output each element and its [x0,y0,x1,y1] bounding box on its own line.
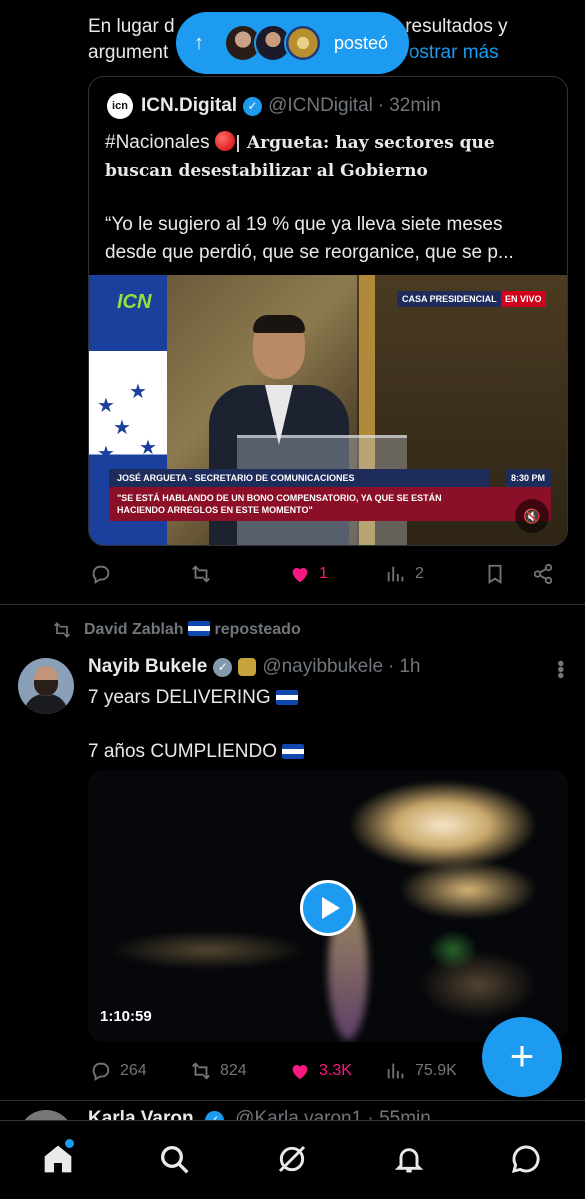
lower-third-quote-text: "SE ESTÁ HABLANDO DE UN BONO COMPENSATOR… [117,493,442,515]
separator: · [377,95,385,116]
tweet-time: 1h [399,656,421,677]
views-icon [387,1063,404,1079]
views-icon [387,566,404,582]
like-count: 1 [319,565,328,582]
nav-home[interactable] [38,1139,78,1179]
reply-button[interactable] [90,563,120,585]
government-seal-icon [238,658,257,676]
tweet-divider [0,1100,585,1101]
repost-button[interactable] [190,563,220,585]
lower-third-time: 8:30 PM [505,469,551,487]
tweet-line-1: 7 years DELIVERING [88,687,271,708]
notification-dot [65,1139,74,1148]
like-button[interactable]: 3.3K [289,1060,352,1082]
author-name[interactable]: Nayib Bukele [88,656,207,678]
show-more-link[interactable]: ostrar más [409,42,499,63]
tweet-divider [0,604,585,605]
bookmark-button[interactable] [484,563,506,585]
compose-post-button[interactable]: + [482,1017,562,1097]
share-button[interactable] [532,563,554,585]
lower-third-quote: "SE ESTÁ HABLANDO DE UN BONO COMPENSATOR… [109,487,551,521]
channel-logo: ICN [117,291,152,313]
repost-context[interactable]: David Zablah reposteado [52,620,301,640]
quoted-author-handle: @ICNDigital [268,95,373,116]
park-lights [428,930,478,970]
avatar [284,24,322,62]
search-icon [161,1146,189,1174]
partial-tweet-text-end: resultados y [405,16,508,37]
play-icon [321,897,340,919]
more-options-icon[interactable]: ••• [548,660,571,678]
messages-icon [511,1145,540,1174]
views-button[interactable]: 75.9K [385,1060,457,1082]
el-salvador-flag-icon [275,690,298,705]
like-button[interactable]: 1 [289,563,328,585]
hashtag-link[interactable]: #Nacionales [105,132,210,153]
new-posts-pill[interactable]: ↑ posteó [176,12,409,74]
avatar[interactable]: icn [107,93,133,119]
quoted-tweet-card[interactable]: icn ICN.Digital ✓ @ICNDigital · 32min #N… [88,76,568,546]
verified-badge-icon: ✓ [243,96,263,116]
nav-notifications[interactable] [389,1139,429,1179]
nav-search[interactable] [154,1139,194,1179]
tweet-line-2: 7 años CUMPLIENDO [88,741,278,762]
play-button[interactable] [300,880,356,936]
avatar[interactable] [18,658,74,714]
quoted-tweet-time: 32min [389,95,441,116]
repost-count: 824 [220,1062,247,1079]
reply-icon [92,565,110,584]
repost-button[interactable]: 824 [190,1060,247,1082]
quoted-tweet-header: icn ICN.Digital ✓ @ICNDigital · 32min [107,93,441,119]
quoted-tweet-headline: #Nacionales | Argueta: hay sectores que … [105,129,555,185]
quoted-author-name[interactable]: ICN.Digital [141,95,237,117]
nav-messages[interactable] [506,1139,546,1179]
city-lights [108,930,308,970]
el-salvador-flag-icon [282,744,305,759]
repost-icon [192,565,210,583]
verified-badge-icon: ✓ [213,657,233,677]
views-count: 2 [415,565,424,582]
quoted-video-thumbnail[interactable]: ★ ★ ★ ★ ★ ICN CASA PRESIDENCIAL EN VIVO … [89,275,567,545]
quote-line-1: “Yo le sugiero al 19 % que ya lleva siet… [105,214,503,235]
grok-icon [278,1145,306,1173]
author-handle: @nayibbukele [262,656,384,677]
notifications-icon [394,1148,424,1173]
views-button[interactable]: 2 [385,563,424,585]
repost-icon [192,1062,210,1080]
reply-icon [92,1062,110,1081]
tweet-text: 7 years DELIVERING 7 años CUMPLIENDO [88,684,305,765]
nav-grok[interactable] [272,1139,312,1179]
el-salvador-flag-icon [188,621,211,636]
tweet-video[interactable]: 1:10:59 [88,770,568,1042]
share-icon [533,563,553,585]
new-posts-label: posteó [334,32,389,53]
mute-icon[interactable]: 🔇 [515,499,549,533]
live-badge: EN VIVO [501,291,546,307]
partial-tweet-text-line2: argument [88,42,169,63]
quote-line-2: desde que perdió, que se reorganice, que… [105,242,514,263]
lower-third-name: JOSÉ ARGUETA - SECRETARIO DE COMUNICACIO… [109,469,489,487]
repost-suffix: reposteado [214,621,301,638]
arrow-up-icon: ↑ [194,31,204,54]
red-circle-emoji-icon [214,131,235,151]
reply-button[interactable]: 264 [90,1060,147,1082]
location-tag: CASA PRESIDENCIAL [397,291,502,307]
bottom-navigation [0,1120,585,1199]
heart-filled-icon [292,568,308,583]
quoted-tweet-quote: “Yo le sugiero al 19 % que ya lleva siet… [105,211,555,267]
separator: · [388,656,395,677]
video-duration: 1:10:59 [100,1008,152,1025]
bookmark-icon [488,564,502,584]
tweet-header: Nayib Bukele ✓ @nayibbukele · 1h [88,656,421,678]
views-count: 75.9K [415,1062,457,1079]
building-lights [398,860,538,920]
reply-count: 264 [120,1062,147,1079]
heart-filled-icon [292,1065,308,1080]
reposter-name: David Zablah [84,621,184,638]
building-lights [348,780,538,870]
partial-tweet-text-start: En lugar d [88,16,175,37]
pill-avatars [224,24,322,62]
repost-icon [53,622,71,638]
like-count: 3.3K [319,1062,352,1079]
